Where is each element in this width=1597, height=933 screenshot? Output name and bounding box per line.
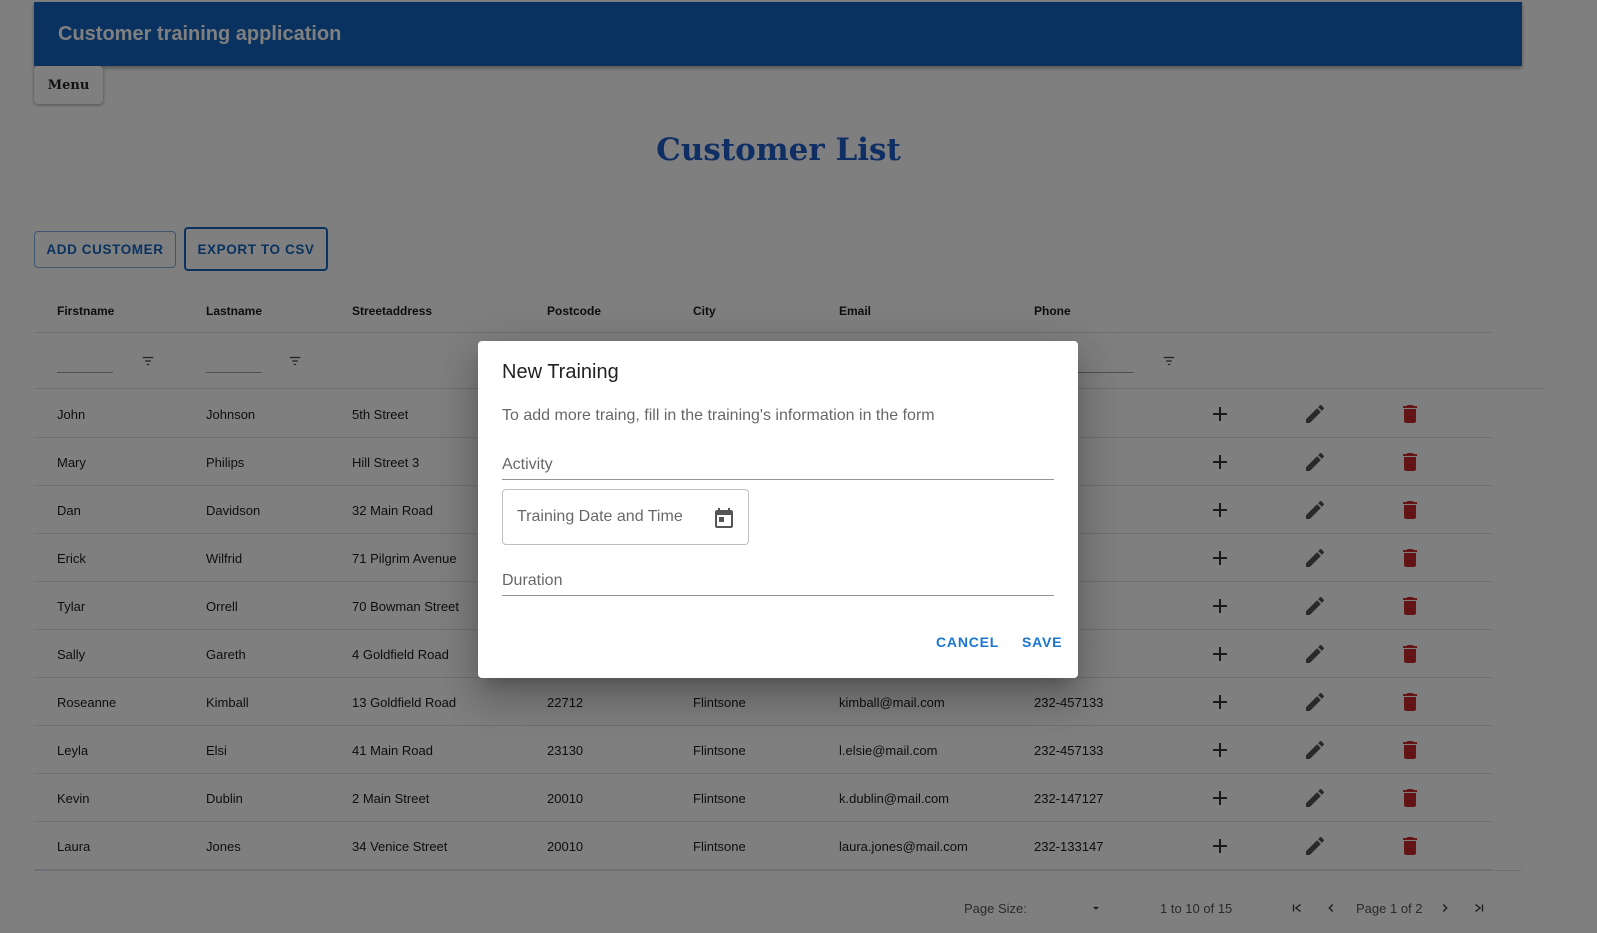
activity-label: Activity	[502, 456, 553, 473]
duration-field[interactable]: Duration	[502, 566, 1054, 596]
training-date-label: Training Date and Time	[517, 508, 683, 525]
dialog-title: New Training	[502, 361, 619, 383]
calendar-icon[interactable]	[712, 506, 736, 530]
training-date-field[interactable]: Training Date and Time	[502, 489, 749, 545]
app-root: Customer training application Menu Custo…	[0, 0, 1597, 933]
save-button[interactable]: SAVE	[1022, 634, 1062, 650]
new-training-dialog: New Training To add more traing, fill in…	[478, 341, 1078, 678]
dialog-description: To add more traing, fill in the training…	[502, 407, 935, 424]
duration-label: Duration	[502, 572, 563, 589]
activity-field[interactable]: Activity	[502, 450, 1054, 480]
cancel-button[interactable]: CANCEL	[936, 634, 999, 650]
